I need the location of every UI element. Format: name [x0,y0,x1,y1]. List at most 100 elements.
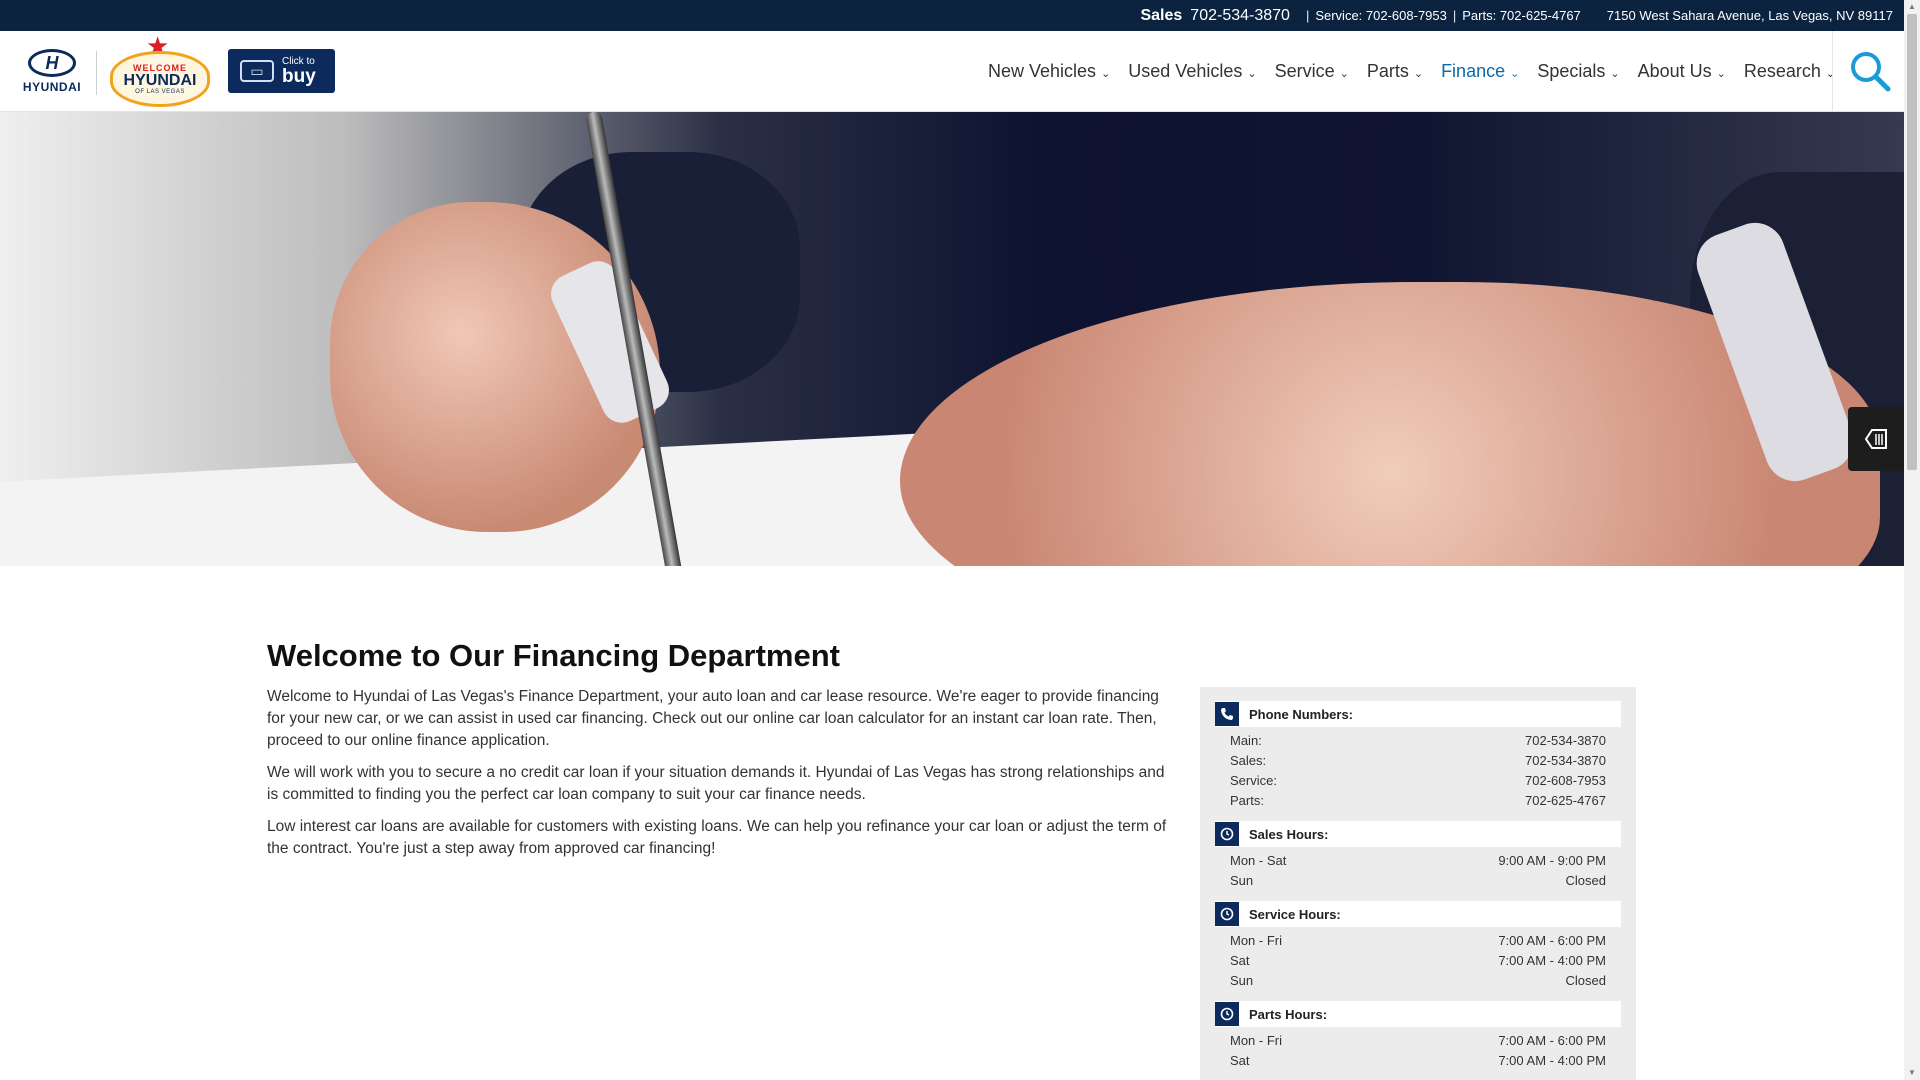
address-link[interactable]: 7150 West Sahara Avenue, Las Vegas, NV 8… [1607,8,1893,23]
nav-label: Research [1743,61,1821,81]
row-label: Sun [1230,873,1254,888]
phone-icon [1215,702,1239,726]
divider: | [1305,8,1310,23]
info-row: Sales: 702-534-3870 [1215,753,1621,773]
clock-icon [1215,902,1239,926]
row-value: Closed [1565,873,1606,888]
nav-label: Finance [1441,61,1506,81]
nav-specials[interactable]: Specials ⌄ [1537,61,1619,82]
nav-label: New Vehicles [988,61,1097,81]
hyundai-mark: H [28,49,76,77]
page-scrollbar[interactable]: ▲ ▼ [1904,0,1920,1080]
row-value: 7:00 AM - 4:00 PM [1498,1053,1606,1068]
row-label: Parts: [1230,793,1264,808]
scrollbar-thumb[interactable] [1907,14,1917,470]
paragraph: Low interest car loans are available for… [267,818,1167,857]
info-row: Parts: 702-625-4767 [1215,793,1621,813]
nav-parts[interactable]: Parts ⌄ [1367,61,1423,82]
nav-used-vehicles[interactable]: Used Vehicles ⌄ [1128,61,1256,82]
finance-intro: Welcome to Hyundai of Las Vegas's Financ… [267,686,1167,870]
parts-phone-link[interactable]: Parts: 702-625-4767 [1462,8,1581,23]
search-icon [1851,52,1891,92]
scroll-up-arrow-icon[interactable]: ▲ [1904,0,1920,14]
chevron-down-icon: ⌄ [1510,68,1520,80]
nav-research[interactable]: Research ⌄ [1744,61,1835,82]
nav-label: Service [1274,61,1335,81]
row-value: 7:00 AM - 6:00 PM [1498,1033,1606,1048]
nav-new-vehicles[interactable]: New Vehicles ⌄ [988,61,1110,82]
nav-label: Used Vehicles [1128,61,1243,81]
sales-phone-link[interactable]: 702-534-3870 [1190,7,1290,25]
nav-label: Parts [1366,61,1409,81]
section-title: Phone Numbers: [1249,706,1354,722]
window-sticker-tab[interactable] [1848,407,1904,471]
section-title: Sales Hours: [1249,826,1329,842]
row-label: Sun [1230,973,1254,988]
phone-link[interactable]: 702-534-3870 [1525,733,1606,753]
info-row: Sun Closed [1215,973,1621,993]
top-contact-bar: Sales 702-534-3870 | Service: 702-608-79… [0,0,1920,31]
search-button[interactable] [1848,49,1892,93]
phone-link[interactable]: 702-608-7953 [1525,773,1606,793]
hyundai-wordmark: HYUNDAI [22,80,82,94]
dealer-info-panel: Phone Numbers: Main: 702-534-3870 Sales: 7… [1200,687,1636,1080]
logo-divider [96,51,97,95]
section-header: Parts Hours: [1215,1001,1621,1027]
row-label: Sat [1230,1053,1250,1068]
dealer-logo[interactable]: ★ WELCOME HYUNDAI OF LAS VEGAS [106,33,214,113]
section-header: Service Hours: [1215,901,1621,927]
info-row: Sat 7:00 AM - 4:00 PM [1215,1053,1621,1073]
dealer-logo-city: OF LAS VEGAS [135,89,185,95]
row-label: Sat [1230,953,1250,968]
section-header: Phone Numbers: [1215,701,1621,727]
paragraph: Welcome to Hyundai of Las Vegas's Financ… [267,688,1159,749]
chevron-down-icon: ⌄ [1339,68,1349,80]
nav-label: Specials [1537,61,1606,81]
info-row: Service: 702-608-7953 [1215,773,1621,793]
service-hours-section: Service Hours: Mon - Fri 7:00 AM - 6:00 P… [1215,901,1621,993]
chevron-down-icon: ⌄ [1610,68,1620,80]
sales-label: Sales [1140,6,1183,24]
info-row: Mon - Fri 7:00 AM - 6:00 PM [1215,933,1621,953]
chevron-down-icon: ⌄ [1825,68,1836,80]
dealer-logo-name: HYUNDAI [123,72,197,89]
section-title: Parts Hours: [1249,1006,1328,1022]
dealer-sign: WELCOME HYUNDAI OF LAS VEGAS [110,51,210,107]
clock-icon [1215,822,1239,846]
nav-finance[interactable]: Finance ⌄ [1441,61,1519,82]
paragraph: We will work with you to secure a no cre… [267,764,1165,803]
divider: | [1452,8,1457,23]
car-monitor-icon: ▭ [240,60,274,82]
chevron-down-icon: ⌄ [1247,68,1257,80]
row-value: 7:00 AM - 4:00 PM [1498,953,1606,968]
click-to-buy-big: buy [282,66,316,87]
row-label: Sales: [1230,753,1267,768]
nav-divider [1832,31,1833,112]
section-header: Sales Hours: [1215,821,1621,847]
section-title: Service Hours: [1249,906,1341,922]
row-label: Mon - Fri [1230,933,1282,948]
scroll-down-arrow-icon[interactable]: ▼ [1904,1066,1920,1080]
nav-label: About Us [1637,61,1712,81]
service-phone-link[interactable]: Service: 702-608-7953 [1315,8,1447,23]
row-label: Service: [1230,773,1277,788]
main-nav: New Vehicles ⌄ Used Vehicles ⌄ Service ⌄ Pa… [988,31,1853,112]
row-value: Closed [1565,973,1606,988]
row-value: 9:00 AM - 9:00 PM [1498,853,1606,868]
info-row: Sun Closed [1215,873,1621,893]
nav-about-us[interactable]: About Us ⌄ [1638,61,1726,82]
window-sticker-icon [1864,429,1887,449]
nav-service[interactable]: Service ⌄ [1275,61,1349,82]
row-label: Main: [1230,733,1262,748]
phone-numbers-section: Phone Numbers: Main: 702-534-3870 Sales: 7… [1215,701,1621,813]
chevron-down-icon: ⌄ [1413,68,1424,80]
hyundai-logo[interactable]: H HYUNDAI [18,49,86,95]
page-title: Welcome to Our Financing Department [267,638,841,673]
row-value: 7:00 AM - 6:00 PM [1498,933,1606,948]
chevron-down-icon: ⌄ [1101,68,1111,80]
clock-icon [1215,1002,1239,1026]
phone-link[interactable]: 702-534-3870 [1525,753,1606,773]
parts-hours-section: Parts Hours: Mon - Fri 7:00 AM - 6:00 PM … [1215,1001,1621,1073]
click-to-buy-button[interactable]: ▭ Click to buy [228,49,335,93]
phone-link[interactable]: 702-625-4767 [1525,793,1606,813]
